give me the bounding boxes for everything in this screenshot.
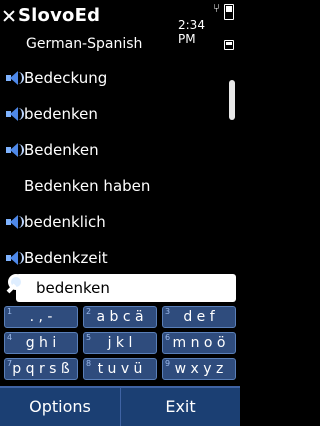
- list-item[interactable]: bedenken: [0, 96, 228, 132]
- list-item-word: Bedenkzeit: [24, 249, 108, 267]
- list-item-word: bedenklich: [24, 213, 106, 231]
- dictionary-direction: German-Spanish: [26, 36, 143, 52]
- speaker-icon[interactable]: [6, 251, 24, 265]
- app-title: SlovoEd: [18, 5, 101, 26]
- key-4[interactable]: 4 g h i: [4, 332, 78, 354]
- key-1[interactable]: 1 . , -: [4, 306, 78, 328]
- clock-time: 2:34 PM: [178, 18, 205, 46]
- key-letters: j k l: [107, 335, 133, 351]
- key-2[interactable]: 2 a b c ä: [83, 306, 157, 328]
- search-input[interactable]: [36, 274, 226, 302]
- list-item[interactable]: Bedenken haben: [0, 168, 228, 204]
- list-item[interactable]: Bedeckung: [0, 60, 228, 96]
- key-7[interactable]: 7 p q r s ß: [4, 358, 78, 380]
- word-list[interactable]: Bedeckung bedenken Bedenken Bedenken hab…: [0, 60, 228, 272]
- search-box: [16, 274, 236, 302]
- key-9[interactable]: 9 w x y z: [162, 358, 236, 380]
- list-item-word: Bedeckung: [24, 69, 108, 87]
- status-bar: SlovoEd ⑂ 2:34 PM: [0, 0, 240, 50]
- search-bar: [4, 272, 236, 304]
- search-icon: [4, 272, 32, 300]
- key-letters: t u v ü: [97, 361, 143, 377]
- key-letters: w x y z: [174, 361, 224, 377]
- speaker-icon[interactable]: [6, 107, 24, 121]
- options-button[interactable]: Options: [0, 388, 120, 426]
- status-icons: ⑂ 2:34 PM: [178, 1, 234, 46]
- key-letters: m n o ö: [172, 335, 226, 351]
- list-item-word: bedenken: [24, 105, 98, 123]
- speaker-icon[interactable]: [6, 143, 24, 157]
- usb-icon: ⑂: [212, 1, 220, 15]
- list-item-word: Bedenken: [24, 141, 99, 159]
- close-icon[interactable]: [2, 9, 16, 23]
- signal-icon: [224, 40, 234, 50]
- key-letters: a b c ä: [96, 309, 144, 325]
- list-item-word: Bedenken haben: [24, 177, 151, 195]
- key-6[interactable]: 6 m n o ö: [162, 332, 236, 354]
- battery-icon: [224, 4, 234, 20]
- key-letters: g h i: [25, 335, 57, 351]
- speaker-icon[interactable]: [6, 215, 24, 229]
- list-scrollbar[interactable]: [229, 80, 235, 120]
- key-5[interactable]: 5 j k l: [83, 332, 157, 354]
- speaker-icon[interactable]: [6, 71, 24, 85]
- list-item[interactable]: Bedenkzeit: [0, 240, 228, 276]
- list-item[interactable]: bedenklich: [0, 204, 228, 240]
- key-3[interactable]: 3 d e f: [162, 306, 236, 328]
- list-item[interactable]: Bedenken: [0, 132, 228, 168]
- key-letters: . , -: [29, 309, 53, 325]
- softkey-bar: Options Exit: [0, 386, 240, 426]
- keypad: 1 . , - 2 a b c ä 3 d e f 4 g h i 5 j k …: [0, 306, 240, 384]
- key-8[interactable]: 8 t u v ü: [83, 358, 157, 380]
- key-letters: p q r s ß: [12, 361, 70, 377]
- key-letters: d e f: [183, 309, 215, 325]
- exit-button[interactable]: Exit: [120, 388, 240, 426]
